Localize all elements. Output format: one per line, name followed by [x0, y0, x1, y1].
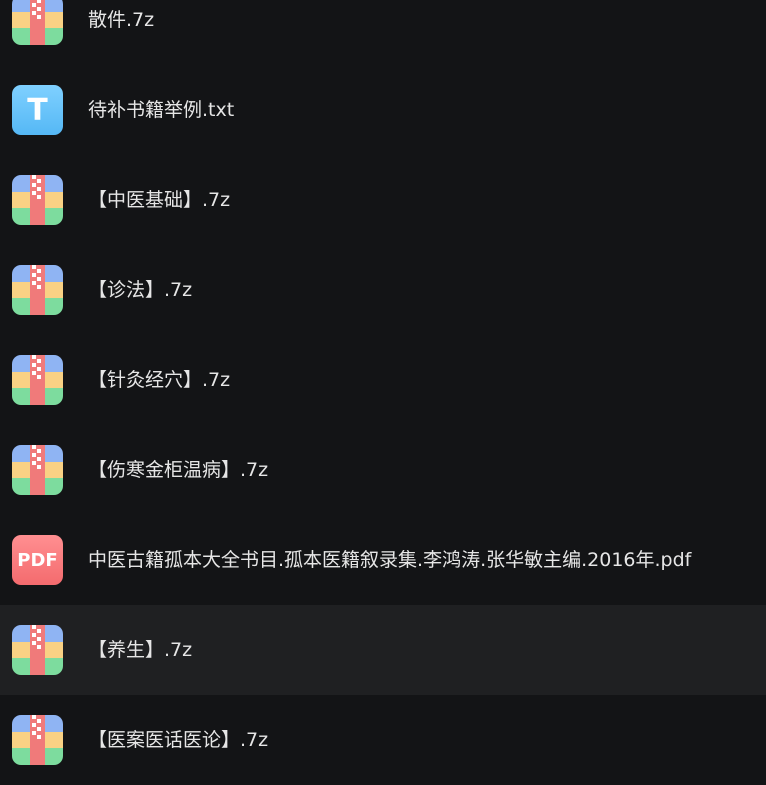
file-list-item[interactable]: 【伤寒金柜温病】.7z	[0, 425, 766, 515]
file-list-item[interactable]: 【诊法】.7z	[0, 245, 766, 335]
file-name: 【伤寒金柜温病】.7z	[88, 459, 269, 481]
file-name: 【诊法】.7z	[88, 279, 193, 301]
archive-7z-icon	[12, 715, 63, 765]
file-list-item[interactable]: 【中医基础】.7z	[0, 155, 766, 245]
text-file-icon: T	[12, 85, 63, 135]
archive-7z-icon	[12, 625, 63, 675]
archive-7z-icon	[12, 265, 63, 315]
file-name: 【中医基础】.7z	[88, 189, 231, 211]
file-list-item[interactable]: 【养生】.7z	[0, 605, 766, 695]
file-name: 【养生】.7z	[88, 639, 193, 661]
file-name: 中医古籍孤本大全书目.孤本医籍叙录集.李鸿涛.张华敏主编.2016年.pdf	[88, 549, 692, 571]
file-list-item[interactable]: 散件.7z	[0, 0, 766, 65]
file-list-item[interactable]: T 待补书籍举例.txt	[0, 65, 766, 155]
archive-7z-icon	[12, 175, 63, 225]
archive-7z-icon	[12, 445, 63, 495]
pdf-file-letter: PDF	[17, 549, 58, 571]
file-list: 散件.7z T 待补书籍举例.txt 【中医基础】.7z 【诊法】.7z 【针灸经穴】.7…	[0, 0, 766, 785]
text-file-letter: T	[27, 92, 48, 128]
file-list-item[interactable]: PDF 中医古籍孤本大全书目.孤本医籍叙录集.李鸿涛.张华敏主编.2016年.pd…	[0, 515, 766, 605]
pdf-file-icon: PDF	[12, 535, 63, 585]
file-name: 散件.7z	[88, 9, 155, 31]
archive-7z-icon	[12, 0, 63, 45]
file-list-item[interactable]: 【医案医话医论】.7z	[0, 695, 766, 785]
file-name: 待补书籍举例.txt	[88, 99, 235, 121]
file-name: 【针灸经穴】.7z	[88, 369, 231, 391]
archive-7z-icon	[12, 355, 63, 405]
file-name: 【医案医话医论】.7z	[88, 729, 269, 751]
file-list-item[interactable]: 【针灸经穴】.7z	[0, 335, 766, 425]
